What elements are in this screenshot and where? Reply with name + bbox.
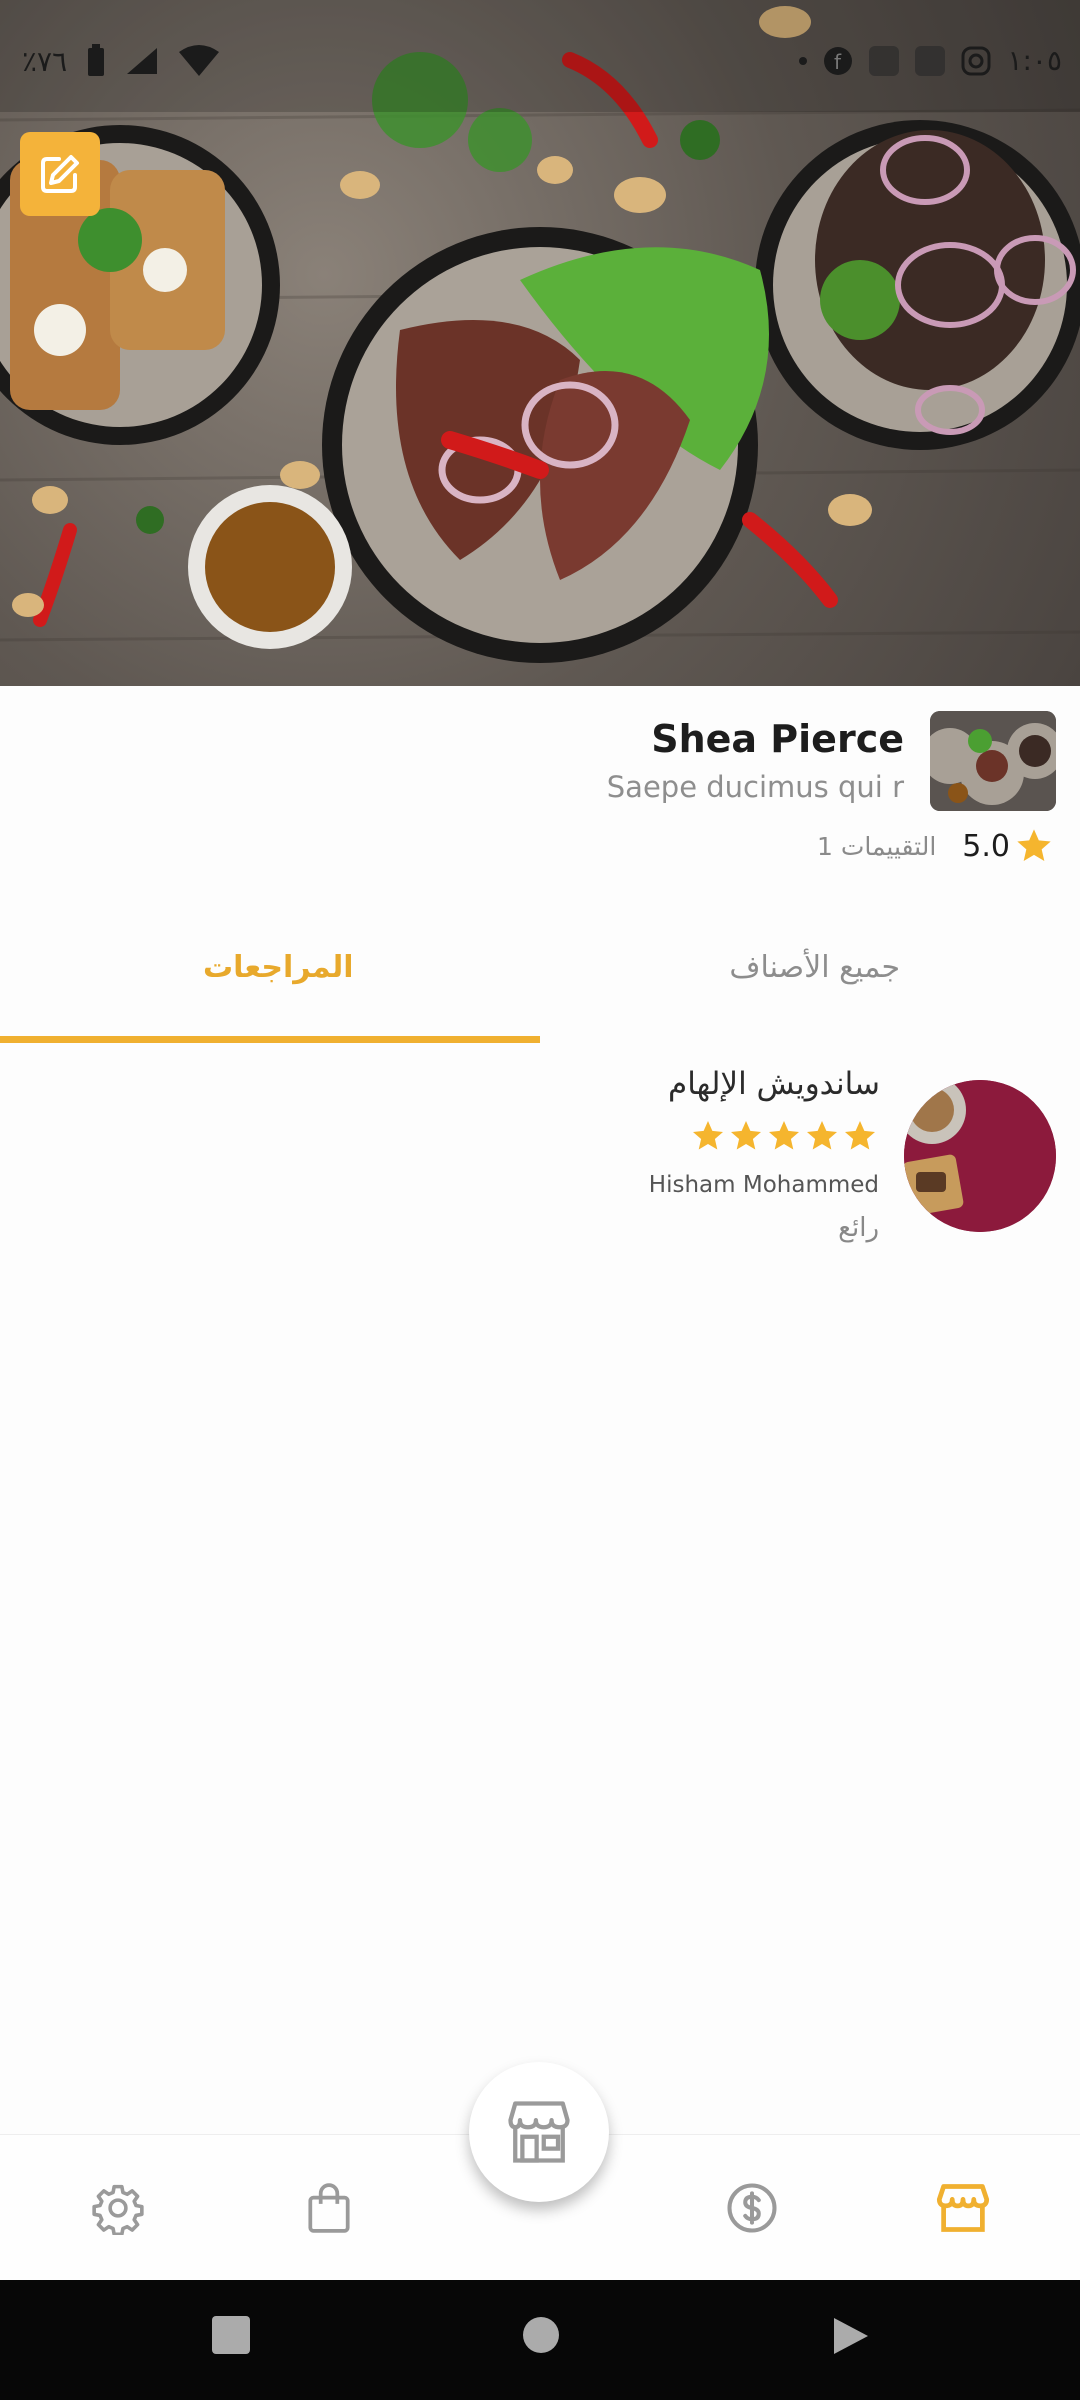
recents-button[interactable] xyxy=(212,2316,250,2358)
rating-value: 5.0 xyxy=(962,828,1010,864)
star-icon xyxy=(731,1121,761,1150)
review-text: رائع xyxy=(838,1213,879,1243)
edit-icon xyxy=(41,155,79,193)
recents-icon xyxy=(212,2316,250,2354)
store-center-icon xyxy=(508,2101,570,2163)
notification-dot-icon xyxy=(799,56,808,65)
store-description: Saepe ducimus qui r xyxy=(606,770,904,804)
star-icon xyxy=(1017,829,1051,861)
star-icon xyxy=(845,1121,875,1150)
status-bar: ٪٧٦ f ١:٠٥ xyxy=(0,0,1080,112)
calendar-icon xyxy=(915,45,946,76)
shopping-bag-icon xyxy=(308,2183,350,2233)
back-button[interactable] xyxy=(832,2316,870,2360)
nav-store-center-button[interactable] xyxy=(469,2062,609,2202)
edit-store-button[interactable] xyxy=(20,132,100,216)
status-left: ٪٧٦ xyxy=(22,44,221,78)
star-icon xyxy=(807,1121,837,1150)
star-icon xyxy=(693,1121,723,1150)
review-item-photo xyxy=(904,1080,1056,1232)
tab-reviews[interactable]: المراجعات xyxy=(203,950,354,985)
svg-text:f: f xyxy=(834,50,842,74)
nav-orders-button[interactable] xyxy=(301,2180,357,2236)
store-rating: 1 التقييمات 5.0 xyxy=(817,826,1054,866)
tab-all-items[interactable]: جميع الأصناف xyxy=(729,950,900,985)
nav-store-button[interactable] xyxy=(935,2180,991,2236)
back-icon xyxy=(834,2318,868,2354)
battery-icon xyxy=(88,44,105,76)
status-right: f ١:٠٥ xyxy=(799,44,1062,77)
nav-settings-button[interactable] xyxy=(90,2180,146,2236)
store-cover-image: ٪٧٦ f ١:٠٥ xyxy=(0,0,1080,686)
clock-text: ١:٠٥ xyxy=(1007,44,1062,77)
signal-icon xyxy=(127,48,158,74)
store-name: Shea Pierce xyxy=(651,717,904,761)
home-icon xyxy=(523,2317,559,2353)
store-icon xyxy=(936,2184,990,2232)
nav-payments-button[interactable] xyxy=(724,2180,780,2236)
facebook-icon: f xyxy=(824,46,853,75)
review-stars xyxy=(690,1118,878,1154)
ratings-count: 1 التقييمات xyxy=(816,831,937,861)
wifi-icon xyxy=(179,45,220,76)
instagram-icon xyxy=(961,46,991,75)
app-notification-icon xyxy=(869,45,900,76)
dollar-icon xyxy=(727,2183,777,2233)
store-thumbnail-image xyxy=(930,711,1056,811)
home-button[interactable] xyxy=(522,2316,560,2358)
settings-icon xyxy=(92,2184,144,2235)
review-item-image xyxy=(904,1080,1056,1232)
battery-text: ٪٧٦ xyxy=(22,44,68,78)
tab-indicator xyxy=(0,1036,540,1043)
star-icon xyxy=(769,1121,799,1150)
review-author: Hisham Mohammed xyxy=(648,1172,879,1198)
store-thumbnail xyxy=(930,711,1056,811)
review-item-name: ساندويش الإلهام xyxy=(668,1066,880,1102)
